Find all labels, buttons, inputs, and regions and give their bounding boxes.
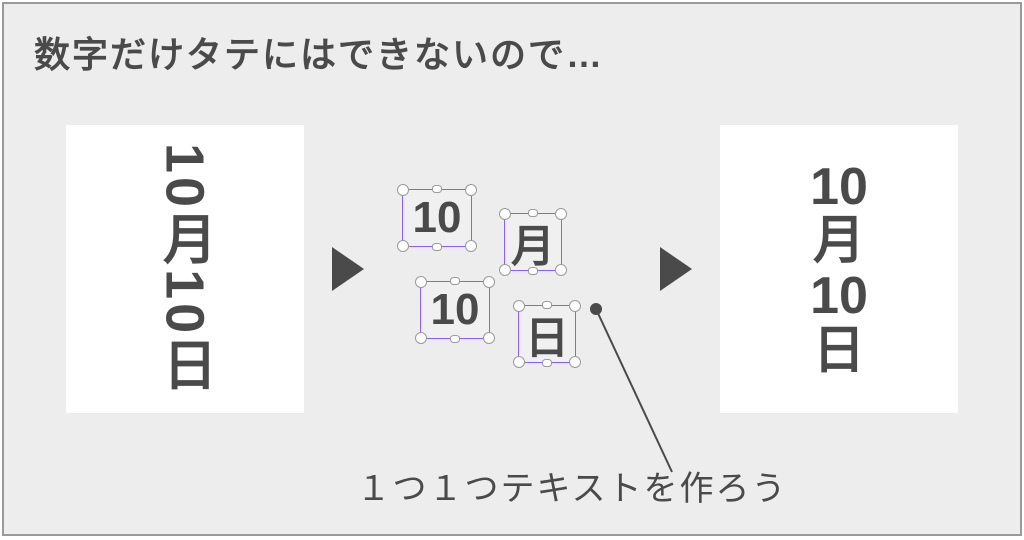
text-box-10-top[interactable]: 10 — [402, 189, 472, 247]
text-box-month[interactable]: 月 — [504, 213, 562, 271]
selection-handle-icon[interactable] — [569, 356, 581, 368]
text-box-label: 日 — [525, 302, 569, 366]
stack-line: 日 — [813, 324, 865, 379]
panel-editing: 10 月 10 — [392, 139, 632, 399]
selection-handle-icon[interactable] — [555, 264, 567, 276]
selection-handle-icon[interactable] — [542, 301, 552, 309]
arrow-right-icon — [332, 247, 364, 291]
selection-handle-icon[interactable] — [432, 243, 442, 251]
diagram-frame: 数字だけタテにはできないので… 10月10日 10 月 — [2, 2, 1022, 536]
selection-handle-icon[interactable] — [450, 335, 460, 343]
diagram-stage: 10月10日 10 月 — [4, 114, 1020, 424]
selection-handle-icon[interactable] — [528, 209, 538, 217]
stack-line: 10 — [810, 269, 868, 324]
selection-handle-icon[interactable] — [432, 185, 442, 193]
selection-handle-icon[interactable] — [415, 332, 427, 344]
selection-handle-icon[interactable] — [555, 208, 567, 220]
selection-handle-icon[interactable] — [528, 267, 538, 275]
panel-after: 10 月 10 日 — [720, 125, 958, 413]
selection-handle-icon[interactable] — [483, 276, 495, 288]
selection-handle-icon[interactable] — [499, 264, 511, 276]
text-box-day[interactable]: 日 — [518, 305, 576, 363]
stacked-date-text: 10 月 10 日 — [810, 160, 868, 378]
text-box-label: 10 — [413, 193, 462, 243]
text-box-label: 10 — [431, 285, 480, 335]
stack-line: 10 — [810, 160, 868, 215]
selection-handle-icon[interactable] — [513, 300, 525, 312]
panel-before: 10月10日 — [66, 125, 304, 413]
vertical-date-text: 10月10日 — [146, 143, 225, 395]
selection-handle-icon[interactable] — [569, 300, 581, 312]
text-box-10-bottom[interactable]: 10 — [420, 281, 490, 339]
text-box-label: 月 — [511, 210, 555, 274]
selection-handle-icon[interactable] — [465, 240, 477, 252]
diagram-caption: １つ１つテキストを作ろう — [4, 461, 1020, 510]
selection-handle-icon[interactable] — [513, 356, 525, 368]
selection-handle-icon[interactable] — [542, 359, 552, 367]
selection-handle-icon[interactable] — [499, 208, 511, 220]
selection-handle-icon[interactable] — [450, 277, 460, 285]
selection-handle-icon[interactable] — [483, 332, 495, 344]
selection-handle-icon[interactable] — [397, 184, 409, 196]
selection-handle-icon[interactable] — [415, 276, 427, 288]
stack-line: 月 — [813, 214, 865, 269]
diagram-title: 数字だけタテにはできないので… — [34, 26, 604, 78]
arrow-right-icon — [660, 247, 692, 291]
selection-handle-icon[interactable] — [397, 240, 409, 252]
selection-handle-icon[interactable] — [465, 184, 477, 196]
